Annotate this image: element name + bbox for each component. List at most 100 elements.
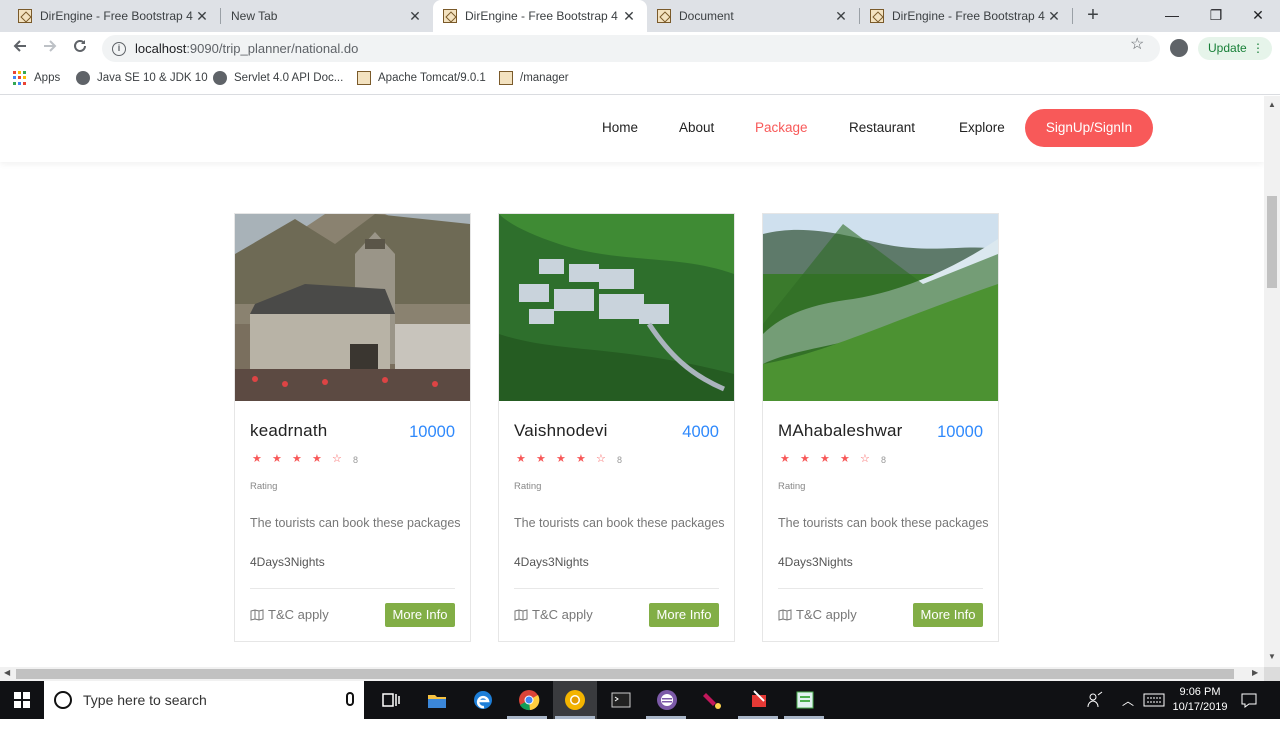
map-icon [778, 608, 792, 621]
more-info-button[interactable]: More Info [649, 603, 719, 627]
close-tab-icon[interactable]: ✕ [194, 8, 210, 25]
card-divider [250, 588, 455, 589]
notepad-app-icon[interactable] [794, 689, 816, 711]
search-placeholder: Type here to search [83, 692, 207, 708]
card-description: The tourists can book these packages [778, 516, 989, 530]
nav-about-link[interactable]: About [679, 120, 714, 135]
keyboard-icon[interactable] [1143, 693, 1165, 707]
windows-taskbar: Type here to search ︿ 9:06 PM 10/17/2019 [0, 681, 1280, 719]
file-explorer-icon[interactable] [426, 689, 448, 711]
terminal-icon[interactable] [610, 689, 632, 711]
nav-explore-link[interactable]: Explore [959, 120, 1005, 135]
horizontal-scrollbar[interactable]: ◀ ▶ [0, 667, 1264, 681]
close-tab-icon[interactable]: ✕ [407, 8, 423, 25]
tray-chevron-up-icon[interactable]: ︿ [1122, 692, 1134, 730]
tomcat-favicon-icon [870, 9, 884, 23]
new-tab-button[interactable]: + [1082, 4, 1104, 26]
edge-browser-icon[interactable] [472, 689, 494, 711]
browser-tab[interactable]: Document ✕ [647, 0, 859, 32]
bookmark-apps[interactable]: Apps [13, 71, 60, 85]
profile-avatar-icon[interactable] [1170, 39, 1188, 57]
snipping-tool-icon[interactable] [748, 689, 770, 711]
star-empty-icon: ☆ [860, 453, 870, 465]
kedarnath-temple-image[interactable] [235, 214, 470, 401]
taskbar-search[interactable]: Type here to search [44, 681, 364, 719]
card-description: The tourists can book these packages [514, 516, 725, 530]
signup-signin-button[interactable]: SignUp/SignIn [1025, 109, 1153, 147]
tab-title: DirEngine - Free Bootstrap 4 Te [40, 9, 194, 23]
globe-icon [76, 71, 90, 85]
nav-package-link[interactable]: Package [755, 120, 808, 135]
mahabaleshwar-image[interactable] [763, 214, 998, 401]
tnc-note: T&C apply [778, 607, 857, 622]
scroll-right-arrow-icon[interactable]: ▶ [1252, 668, 1258, 677]
nav-home-link[interactable]: Home [602, 120, 638, 135]
tnc-note: T&C apply [514, 607, 593, 622]
task-view-icon[interactable] [380, 689, 402, 711]
forward-button[interactable] [37, 36, 63, 62]
more-info-button[interactable]: More Info [385, 603, 455, 627]
vaishnodevi-image[interactable] [499, 214, 734, 401]
bookmark-star-icon[interactable]: ☆ [1130, 37, 1144, 53]
system-clock[interactable]: 9:06 PM 10/17/2019 [1170, 685, 1230, 715]
site-navbar: Home About Package Restaurant Explore Si… [0, 96, 1264, 162]
scroll-left-arrow-icon[interactable]: ◀ [4, 668, 10, 677]
card-title: MAhabaleshwar [778, 421, 903, 440]
more-info-button[interactable]: More Info [913, 603, 983, 627]
close-tab-icon[interactable]: ✕ [621, 8, 637, 25]
card-description: The tourists can book these packages [250, 516, 461, 530]
site-info-icon[interactable]: i [112, 41, 126, 56]
scroll-down-arrow-icon[interactable]: ▼ [1268, 652, 1276, 661]
windows-start-icon[interactable] [14, 692, 30, 708]
scroll-up-arrow-icon[interactable]: ▲ [1268, 100, 1276, 109]
browser-tab[interactable]: DirEngine - Free Bootstrap 4 Te ✕ [860, 0, 1072, 32]
bookmark-manager[interactable]: /manager [499, 71, 569, 85]
notification-center-icon[interactable] [1240, 691, 1258, 709]
star-filled-icon: ★ [252, 453, 262, 465]
card-title: Vaishnodevi [514, 421, 608, 440]
microphone-icon[interactable] [346, 692, 354, 706]
back-button[interactable] [7, 36, 33, 62]
forward-arrow-icon [44, 40, 57, 52]
card-title: keadrnath [250, 421, 328, 440]
bookmark-servlet[interactable]: Servlet 4.0 API Doc... [213, 71, 343, 85]
vertical-scrollbar[interactable]: ▲ ▼ [1264, 96, 1280, 667]
close-tab-icon[interactable]: ✕ [1046, 8, 1062, 25]
browser-toolbar: i localhost:9090/trip_planner/national.d… [0, 32, 1280, 65]
eclipse-icon[interactable] [656, 689, 678, 711]
star-filled-icon: ★ [292, 453, 302, 465]
horizontal-scroll-thumb[interactable] [16, 669, 1234, 679]
nav-restaurant-link[interactable]: Restaurant [849, 120, 915, 135]
browser-tab-active[interactable]: DirEngine - Free Bootstrap 4 Te ✕ [433, 0, 647, 32]
bookmark-tomcat[interactable]: Apache Tomcat/9.0.1 [357, 71, 486, 85]
close-window-button[interactable]: ✕ [1236, 0, 1280, 30]
reload-button[interactable] [67, 36, 93, 62]
restore-window-button[interactable]: ❐ [1194, 0, 1238, 30]
star-filled-icon: ★ [556, 453, 566, 465]
package-card: Vaishnodevi 4000 ★ ★ ★ ★ ☆ 8 Rating The tour… [498, 213, 735, 642]
map-icon [250, 608, 264, 621]
card-duration: 4Days3Nights [514, 555, 589, 569]
chrome-icon[interactable] [518, 689, 540, 711]
apps-grid-icon [13, 71, 27, 85]
update-button[interactable]: Update ⋮ [1198, 37, 1272, 60]
minimize-window-button[interactable]: — [1150, 0, 1194, 30]
close-tab-icon[interactable]: ✕ [833, 8, 849, 25]
bookmarks-bar: Apps Java SE 10 & JDK 10 Servlet 4.0 API… [0, 65, 1280, 95]
rating-label: Rating [250, 481, 278, 492]
address-bar[interactable]: i localhost:9090/trip_planner/national.d… [102, 35, 1160, 62]
browser-tab[interactable]: New Tab ✕ [221, 0, 433, 32]
bookmark-java-se[interactable]: Java SE 10 & JDK 10 [76, 71, 208, 85]
card-divider [778, 588, 983, 589]
chrome-canary-icon[interactable] [564, 689, 586, 711]
browser-tab[interactable]: DirEngine - Free Bootstrap 4 Te ✕ [8, 0, 220, 32]
vertical-scroll-thumb[interactable] [1267, 196, 1277, 288]
tab-strip: DirEngine - Free Bootstrap 4 Te ✕ New Ta… [0, 0, 1280, 32]
clock-time: 9:06 PM [1179, 686, 1221, 698]
people-icon[interactable] [1086, 691, 1104, 709]
paint-tool-icon[interactable] [702, 689, 724, 711]
cortana-icon [54, 691, 72, 709]
card-price: 4000 [682, 423, 719, 441]
star-filled-icon: ★ [272, 453, 282, 465]
url-text: localhost:9090/trip_planner/national.do [135, 41, 359, 56]
